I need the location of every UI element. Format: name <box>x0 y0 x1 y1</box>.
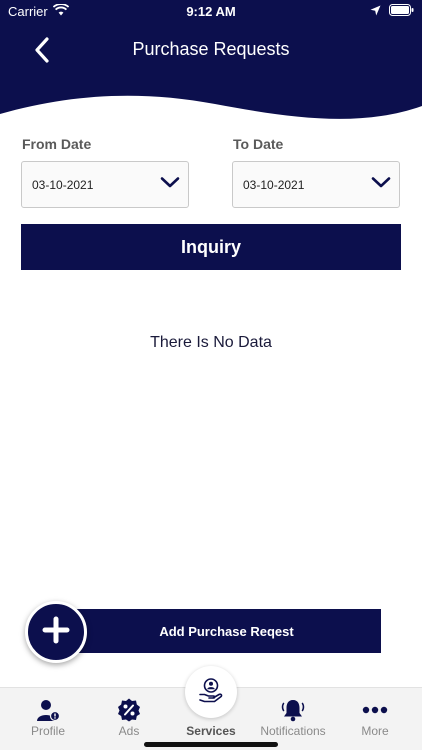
location-arrow-icon <box>370 4 381 19</box>
add-purchase-request-button[interactable]: Add Purchase Reqest <box>62 609 381 653</box>
services-bubble[interactable] <box>185 666 237 718</box>
bell-icon <box>280 698 306 722</box>
from-date-label: From Date <box>22 136 92 152</box>
inquiry-button[interactable]: Inquiry <box>21 224 401 270</box>
to-date-label: To Date <box>233 136 284 152</box>
tab-ads-label: Ads <box>118 724 140 738</box>
percent-badge-icon <box>117 698 141 722</box>
page-title: Purchase Requests <box>132 39 290 59</box>
home-indicator <box>144 742 278 747</box>
chevron-down-icon <box>160 176 180 194</box>
services-hand-icon <box>198 677 224 708</box>
add-fab-button[interactable] <box>25 601 87 663</box>
empty-state-message: There Is No Data <box>150 334 272 351</box>
tab-more-label: More <box>361 724 389 738</box>
tab-ads[interactable]: Ads <box>104 688 154 750</box>
tab-profile-label: Profile <box>30 724 65 738</box>
chevron-down-icon <box>371 176 391 194</box>
tab-notifications[interactable]: Notifications <box>254 688 332 750</box>
from-date-select[interactable]: 03-10-2021 <box>21 161 189 208</box>
status-bar: Carrier 9:12 AM <box>0 0 422 24</box>
tab-more[interactable]: More <box>350 688 400 750</box>
more-dots-icon <box>362 698 388 722</box>
battery-icon <box>389 4 414 19</box>
tab-notifications-label: Notifications <box>260 724 326 738</box>
tab-services-label: Services <box>186 724 236 738</box>
from-date-value: 03-10-2021 <box>32 177 94 192</box>
profile-icon <box>36 698 60 722</box>
plus-icon <box>42 616 70 649</box>
to-date-select[interactable]: 03-10-2021 <box>232 161 400 208</box>
status-time: 9:12 AM <box>186 4 236 19</box>
status-right <box>370 4 414 19</box>
header: Carrier 9:12 AM Purchase Requests <box>0 0 422 125</box>
to-date-value: 03-10-2021 <box>243 177 305 192</box>
tab-profile[interactable]: Profile <box>20 688 76 750</box>
